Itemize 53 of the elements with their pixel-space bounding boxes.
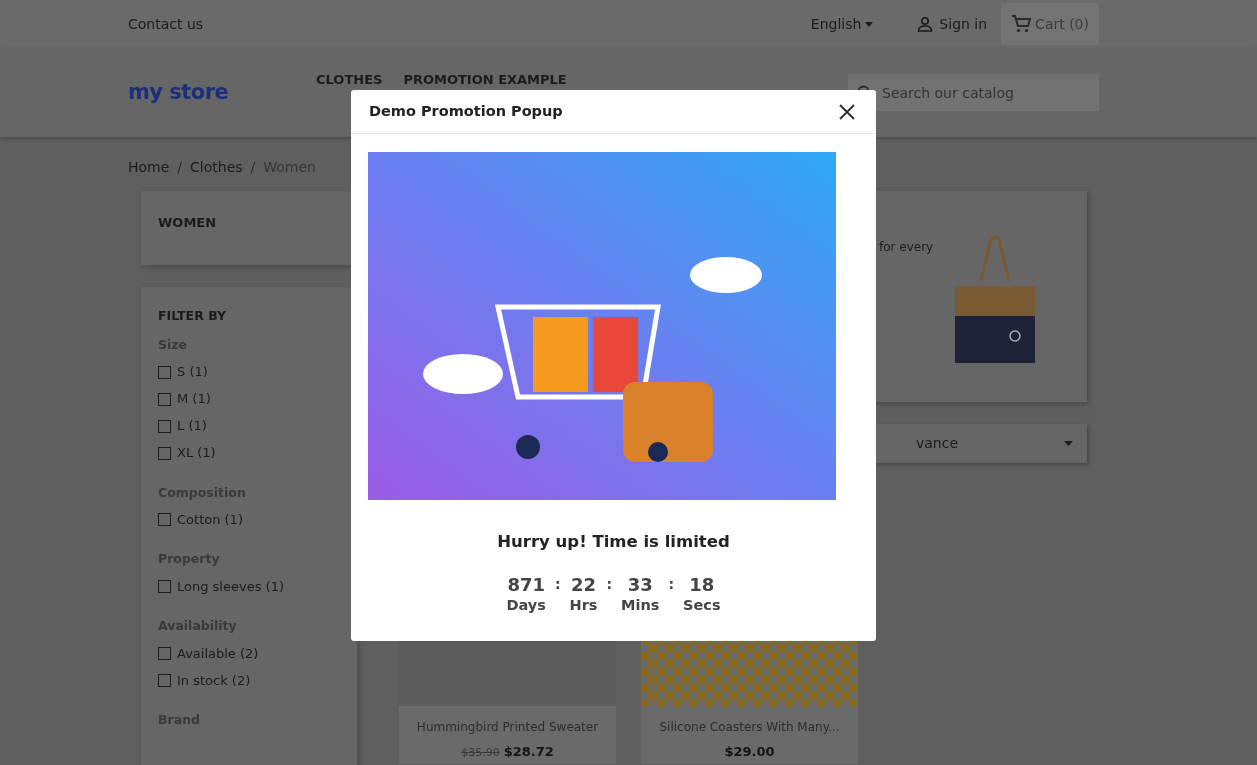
breadcrumb-link[interactable]: Clothes [190,157,243,191]
filter-option[interactable]: Long sleeves (1) [158,576,340,597]
promo-message: Hurry up! Time is limited [496,531,731,553]
checkbox[interactable] [158,419,171,433]
product-name[interactable]: Hummingbird Printed Sweater [399,718,616,736]
checkbox[interactable] [158,446,171,460]
countdown-unit: Secs [683,595,721,615]
cart-icon [1011,15,1032,33]
filter-option[interactable]: Available (2) [158,642,340,664]
countdown-value: 33 [627,574,653,595]
countdown-value: 871 [507,574,545,595]
search-field[interactable]: Search our catalog [848,74,1099,111]
checkbox[interactable] [158,580,171,593]
store-logo: my store [128,78,230,106]
countdown-separator: : [606,574,613,593]
product-price: $29.00 [724,743,775,761]
checkbox[interactable] [158,673,171,687]
breadcrumb-link[interactable]: Home [128,157,170,191]
countdown-unit: Hrs [569,595,598,615]
caret-icon [1064,441,1073,446]
filter-option[interactable]: L (1) [158,415,340,437]
checkbox[interactable] [158,365,171,379]
close-icon [838,102,856,121]
popup-title: Demo Promotion Popup [369,101,563,121]
contact-link[interactable]: Contact us [128,13,204,35]
filter-option[interactable]: S (1) [158,361,340,383]
countdown-unit: Mins [621,595,660,615]
checkbox[interactable] [158,392,171,406]
product-name[interactable]: Silicone Coasters With Many... [641,718,858,736]
filter-option[interactable]: Cotton (1) [158,509,340,531]
countdown-separator: : [554,574,561,593]
breadcrumb-separator: / [250,158,256,177]
banner-text: for every [879,239,935,256]
countdown-unit: Days [506,595,546,615]
filter-option[interactable]: XL (1) [158,442,340,464]
person-icon [917,16,934,32]
filter-title: FILTER BY [158,307,228,325]
sign-in-link[interactable]: Sign in [917,13,988,35]
countdown-separator: : [668,574,675,593]
caret-icon [865,21,874,27]
filter-option[interactable]: M (1) [158,388,340,410]
nav-link[interactable]: PROMOTION EXAMPLE [403,72,567,88]
countdown-value: 22 [570,574,596,595]
checkbox[interactable] [158,513,171,527]
language-dropdown[interactable]: English [810,13,874,35]
nav-link[interactable]: CLOTHES [316,72,383,88]
checkbox[interactable] [158,646,171,660]
countdown-value: 18 [689,574,715,595]
close-button[interactable] [838,102,856,121]
filter-option[interactable]: In stock (2) [158,669,340,691]
product-price: $28.72 [503,743,554,761]
breadcrumb-separator: / [177,158,183,177]
category-title: WOMEN [158,214,218,232]
